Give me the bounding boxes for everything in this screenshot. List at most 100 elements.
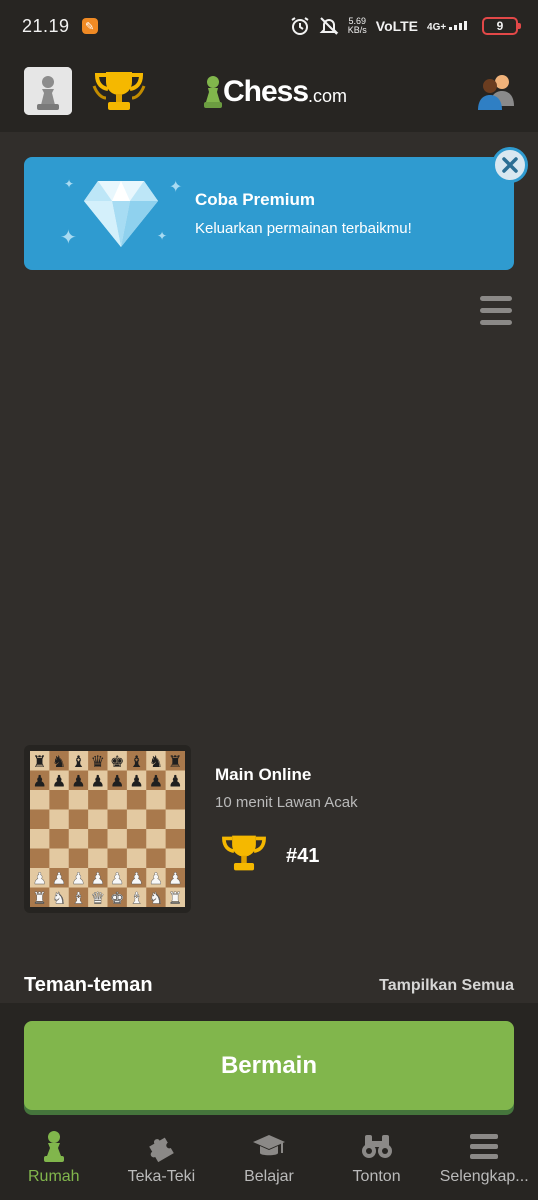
nav-label-puzzles: Teka-Teki	[127, 1168, 196, 1185]
network-type: 4G+	[427, 20, 473, 33]
board-square	[68, 848, 89, 869]
pawn-icon	[43, 1131, 64, 1162]
premium-banner[interactable]: ✦ ✦ ✦ ✦ Coba Premium Keluarkan permainan…	[24, 147, 528, 270]
logo-suffix: .com	[308, 85, 348, 106]
alarm-icon	[290, 16, 310, 36]
avatar[interactable]	[24, 67, 72, 115]
board-square	[165, 829, 186, 849]
chess-piece: ♟	[71, 771, 85, 790]
board-square	[107, 829, 128, 849]
chess-piece: ♛	[91, 752, 105, 771]
friends-title: Teman-teman	[24, 974, 153, 996]
chess-piece: ♟	[33, 869, 47, 888]
board-square	[49, 829, 70, 849]
board-square	[165, 790, 186, 810]
board-square	[30, 848, 50, 869]
chess-piece: ♝	[129, 752, 143, 771]
chess-board: ♜ ♞ ♝ ♛ ♚ ♝ ♞ ♜♟ ♟ ♟ ♟ ♟ ♟ ♟ ♟♟ ♟ ♟ ♟ ♟ ♟ ♟ ♟♜ ♞ ♝ ♛ ♚ ♝ ♞ ♜	[30, 751, 186, 908]
pawn-logo-icon	[204, 76, 222, 108]
chess-piece: ♟	[149, 869, 163, 888]
chess-com-logo: Chess .com	[203, 72, 347, 112]
board-square	[146, 848, 167, 869]
board-square	[165, 809, 186, 830]
premium-subtitle: Keluarkan permainan terbaikmu!	[195, 220, 412, 237]
show-all-link[interactable]: Tampilkan Semua	[379, 977, 514, 995]
board-square	[30, 790, 50, 810]
chess-piece: ♚	[110, 888, 124, 907]
chess-piece: ♞	[52, 888, 66, 907]
signal-icon	[449, 20, 467, 30]
board-square	[49, 848, 70, 869]
chess-piece: ♚	[110, 752, 124, 771]
logo-text: Chess	[223, 75, 309, 108]
menu-icon	[470, 1134, 499, 1159]
chess-piece: ♟	[168, 771, 182, 790]
chess-piece: ♟	[168, 869, 182, 888]
chess-piece: ♟	[91, 771, 105, 790]
chess-piece: ♟	[91, 869, 105, 888]
chess-piece: ♜	[168, 752, 182, 771]
board-square	[68, 829, 89, 849]
board-square	[165, 848, 186, 869]
board-square	[30, 829, 50, 849]
chess-piece: ♝	[129, 888, 143, 907]
board-square	[88, 790, 108, 810]
battery-level: 9	[496, 19, 504, 33]
chess-piece: ♞	[149, 752, 163, 771]
mute-bell-icon	[319, 16, 339, 36]
board-preview[interactable]: ♜ ♞ ♝ ♛ ♚ ♝ ♞ ♜ ♟ ♟ ♟ ♟ ♟ ♟ ♟ ♟ ♟ ♟ ♟ ♟ ♟ ♟ ♟ ♟ ♜ ♞ ♝ ♛ ♚ ♝ ♞ ♜	[24, 745, 191, 913]
nav-item-home[interactable]: Rumah	[0, 1123, 108, 1200]
nav-item-learn[interactable]: Belajar	[215, 1123, 323, 1200]
friends-icon[interactable]	[476, 72, 516, 110]
premium-title: Coba Premium	[195, 190, 315, 209]
chess-piece: ♟	[52, 869, 66, 888]
chess-piece: ♝	[71, 888, 85, 907]
play-button[interactable]: Bermain	[24, 1021, 514, 1110]
nav-item-watch[interactable]: Tonton	[323, 1123, 431, 1200]
notification-app-icon: ✎	[81, 18, 98, 34]
board-square	[107, 809, 128, 830]
board-square	[126, 848, 147, 869]
nav-label-home: Rumah	[28, 1168, 80, 1185]
close-button[interactable]	[492, 147, 528, 183]
chess-piece: ♞	[52, 752, 66, 771]
nav-item-more[interactable]: Selengkap...	[430, 1123, 538, 1200]
sparkle-icon: ✦	[64, 177, 75, 191]
diamond-icon	[84, 181, 158, 247]
status-icons: 5.69 KB/s VoLTE 4G+ 9	[290, 16, 521, 36]
nav-label-learn: Belajar	[244, 1168, 294, 1185]
menu-line	[480, 320, 512, 325]
chess-piece: ♞	[149, 888, 163, 907]
board-square	[126, 829, 147, 849]
nav-label-watch: Tonton	[352, 1168, 401, 1185]
pawn-avatar-icon	[24, 67, 72, 115]
puzzle-icon	[149, 1137, 175, 1163]
network-label: 4G+	[427, 21, 447, 33]
nav-item-puzzles[interactable]: Teka-Teki	[108, 1123, 216, 1200]
menu-line	[480, 308, 512, 313]
board-square	[146, 790, 167, 810]
board-square	[30, 809, 50, 830]
board-square	[88, 829, 108, 849]
hamburger-menu-icon[interactable]	[480, 296, 512, 328]
board-square	[126, 809, 147, 830]
chess-piece: ♟	[149, 771, 163, 790]
board-square	[88, 809, 108, 830]
network-speed: 5.69 KB/s	[348, 17, 367, 35]
play-online-title[interactable]: Main Online	[215, 765, 311, 785]
board-square	[126, 790, 147, 810]
trophy-icon[interactable]	[92, 68, 146, 114]
trophy-icon	[222, 835, 266, 871]
chess-piece: ♟	[110, 771, 124, 790]
board-square	[68, 809, 89, 830]
chess-piece: ♟	[71, 869, 85, 888]
battery-indicator: 9	[482, 17, 521, 35]
clock: 21.19	[22, 15, 70, 36]
rank-value: #41	[286, 845, 320, 867]
chess-piece: ♟	[110, 869, 124, 888]
nav-label-more: Selengkap...	[439, 1168, 529, 1185]
volte-label: VoLTE	[375, 18, 419, 34]
chess-piece: ♜	[168, 888, 182, 907]
sparkle-icon: ✦	[60, 227, 77, 249]
status-bar: 21.19 ✎ 5.69 KB/s VoLTE 4G+ 9	[0, 0, 538, 52]
